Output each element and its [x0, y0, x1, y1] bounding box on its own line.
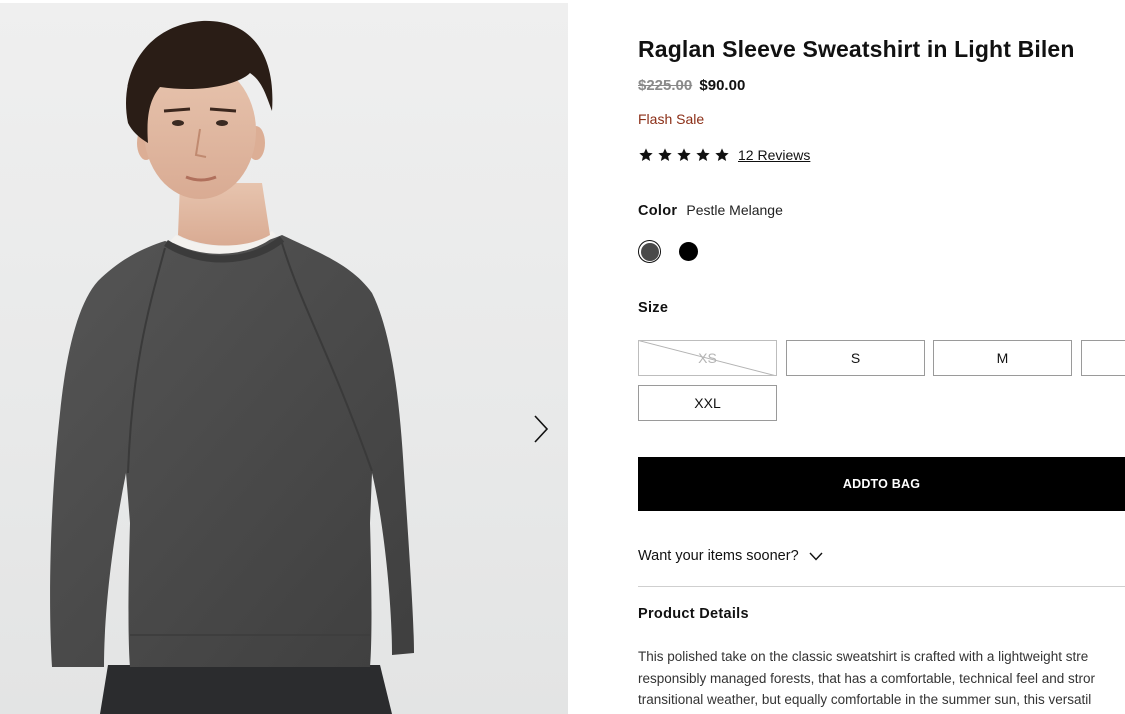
size-option-s[interactable]: S: [786, 340, 925, 376]
product-description: This polished take on the classic sweats…: [638, 646, 1125, 711]
gallery-next-button[interactable]: [526, 411, 556, 447]
flash-sale-badge: Flash Sale: [638, 111, 705, 127]
product-image: [50, 20, 414, 714]
swatch-black-dot: [679, 242, 698, 261]
rating-row: 12 Reviews: [638, 147, 810, 163]
chevron-right-icon: [534, 415, 549, 443]
swatch-pestle-melange-dot: [640, 242, 659, 261]
size-option-l[interactable]: [1081, 340, 1125, 376]
product-page: Raglan Sleeve Sweatshirt in Light Bilen …: [0, 0, 1125, 714]
add-to-bag-button[interactable]: ADDTO BAG: [638, 457, 1125, 511]
color-label: Color: [638, 203, 678, 219]
description-line: responsibly managed forests, that has a …: [638, 670, 1095, 686]
star-icon: [658, 148, 672, 161]
delivery-options-toggle[interactable]: Want your items sooner?: [638, 548, 823, 564]
star-icon: [677, 148, 691, 161]
size-options: XS S M XXL: [638, 340, 1125, 422]
size-option-m[interactable]: M: [933, 340, 1072, 376]
section-divider: [638, 586, 1125, 587]
swatch-black[interactable]: [677, 240, 700, 263]
swatch-pestle-melange[interactable]: [638, 240, 661, 263]
delivery-prompt: Want your items sooner?: [638, 548, 799, 564]
star-icon: [639, 148, 653, 161]
star-rating: [638, 147, 730, 163]
product-title: Raglan Sleeve Sweatshirt in Light Bilen: [638, 36, 1075, 62]
color-row: Color Pestle Melange: [638, 202, 783, 219]
size-label: Size: [638, 300, 669, 316]
reviews-link[interactable]: 12 Reviews: [738, 147, 810, 163]
product-gallery: [0, 3, 568, 714]
product-details-panel: Raglan Sleeve Sweatshirt in Light Bilen …: [638, 0, 1125, 714]
size-option-label: XXL: [694, 395, 721, 411]
sale-price: $90.00: [699, 77, 746, 94]
size-option-label: S: [850, 350, 861, 366]
color-swatches: [638, 240, 700, 263]
size-option-xxl[interactable]: XXL: [638, 385, 777, 421]
selected-color-name: Pestle Melange: [686, 202, 783, 218]
size-option-label: M: [996, 350, 1009, 366]
product-details-heading[interactable]: Product Details: [638, 606, 749, 622]
description-line: transitional weather, but equally comfor…: [638, 692, 1092, 707]
chevron-down-icon: [809, 552, 823, 561]
size-option-xs[interactable]: XS: [638, 340, 777, 376]
description-line: This polished take on the classic sweats…: [638, 649, 1089, 664]
original-price: $225.00: [638, 77, 693, 94]
star-icon: [715, 148, 729, 161]
price-row: $225.00 $90.00: [638, 77, 745, 94]
star-icon: [696, 148, 710, 161]
unavailable-strike: [639, 341, 776, 375]
